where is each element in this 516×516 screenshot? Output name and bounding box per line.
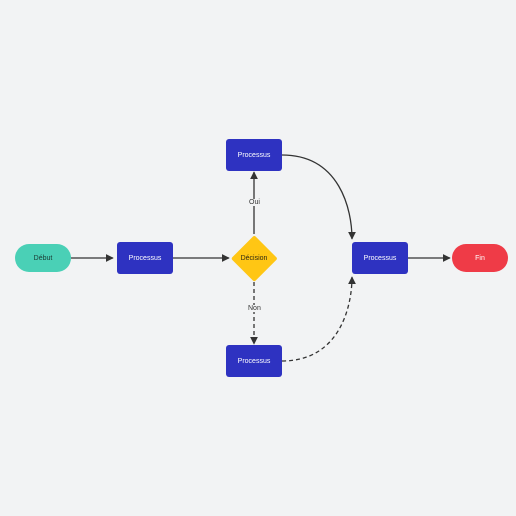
node-process-1[interactable]: Processus xyxy=(117,242,173,274)
node-process-right-label: Processus xyxy=(364,255,397,262)
node-start-label: Début xyxy=(34,255,53,262)
node-process-bottom[interactable]: Processus xyxy=(226,345,282,377)
node-process-right[interactable]: Processus xyxy=(352,242,408,274)
node-decision[interactable]: Décision xyxy=(231,235,277,281)
node-process-top[interactable]: Processus xyxy=(226,139,282,171)
flowchart-canvas: Début Processus Décision Processus Proce… xyxy=(0,0,516,516)
node-process-1-label: Processus xyxy=(129,255,162,262)
node-end[interactable]: Fin xyxy=(452,244,508,272)
node-start[interactable]: Début xyxy=(15,244,71,272)
node-process-bottom-label: Processus xyxy=(238,358,271,365)
edge-bottom-process4 xyxy=(282,277,352,361)
node-end-label: Fin xyxy=(475,255,485,262)
edge-label-yes: Oui xyxy=(248,199,261,206)
node-decision-label: Décision xyxy=(231,235,277,281)
edge-label-no: Non xyxy=(247,305,262,312)
edge-top-process4 xyxy=(282,155,352,239)
node-process-top-label: Processus xyxy=(238,152,271,159)
